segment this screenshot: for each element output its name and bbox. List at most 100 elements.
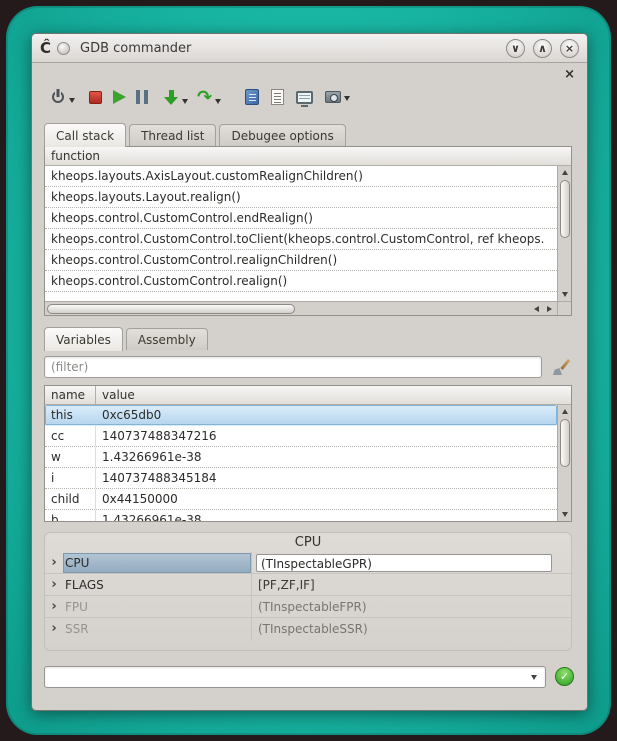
monitor-button[interactable] xyxy=(296,91,313,104)
register-group-name[interactable]: FPU xyxy=(63,597,251,617)
register-value: (TInspectableSSR) xyxy=(252,622,571,636)
snapshot-button[interactable] xyxy=(325,91,350,103)
call-stack-list: kheops.layouts.AxisLayout.customRealignC… xyxy=(45,166,557,301)
titlebar[interactable]: Ĉ GDB commander ∨ ∧ × xyxy=(32,34,587,63)
variable-name: this xyxy=(45,405,96,425)
tab-call-stack[interactable]: Call stack xyxy=(44,123,126,147)
scrollbar-thumb[interactable] xyxy=(47,304,295,314)
minimize-button[interactable]: ∨ xyxy=(506,39,525,58)
call-stack-row[interactable]: kheops.layouts.Layout.realign() xyxy=(45,187,557,208)
variable-row-w[interactable]: w 1.43266961e-38 xyxy=(45,447,557,468)
name-column-header[interactable]: name xyxy=(45,386,96,404)
chevron-down-icon[interactable] xyxy=(215,99,221,104)
run-button[interactable] xyxy=(113,90,126,104)
cpu-row-ssr[interactable]: › SSR (TInspectableSSR) xyxy=(45,618,571,640)
variable-row-b[interactable]: b 1.43266961e-38 xyxy=(45,510,557,521)
variable-value: 140737488347216 xyxy=(96,426,557,446)
clear-filter-broom-icon[interactable] xyxy=(550,357,570,377)
scroll-up-icon[interactable] xyxy=(558,166,571,179)
document-list-button[interactable] xyxy=(271,89,284,105)
cpu-row-fpu[interactable]: › FPU (TInspectableFPR) xyxy=(45,596,571,618)
call-stack-header[interactable]: function xyxy=(45,147,571,166)
variables-panel: name value this 0xc65db0 cc 140737488347… xyxy=(44,385,572,522)
window-title: GDB commander xyxy=(80,41,191,56)
gdb-command-combobox[interactable] xyxy=(44,666,546,688)
step-over-button[interactable]: ↷ xyxy=(197,89,221,106)
gdb-command-input[interactable] xyxy=(45,667,545,687)
monitor-icon xyxy=(296,91,313,104)
variable-row-cc[interactable]: cc 140737488347216 xyxy=(45,426,557,447)
stop-icon xyxy=(89,91,102,104)
variable-value: 1.43266961e-38 xyxy=(96,510,557,521)
register-value-field[interactable]: (TInspectableGPR) xyxy=(256,554,552,572)
variable-row-i[interactable]: i 140737488345184 xyxy=(45,468,557,489)
variable-name: w xyxy=(45,447,96,467)
variables-tabbar: Variables Assembly xyxy=(44,327,211,350)
pause-icon xyxy=(136,90,148,104)
chevron-down-icon[interactable] xyxy=(182,99,188,104)
variables-header: name value xyxy=(45,386,571,405)
variables-list: this 0xc65db0 cc 140737488347216 w 1.432… xyxy=(45,405,557,521)
variable-name: cc xyxy=(45,426,96,446)
horizontal-scrollbar[interactable] xyxy=(45,301,557,315)
dock-close-icon[interactable]: × xyxy=(564,68,575,81)
command-bar: ✓ xyxy=(44,665,574,688)
document-list-icon xyxy=(271,89,284,105)
call-stack-row[interactable]: kheops.control.CustomControl.endRealign(… xyxy=(45,208,557,229)
expander-icon[interactable]: › xyxy=(45,618,63,640)
notebook-icon xyxy=(245,89,259,105)
notebook-button[interactable] xyxy=(245,89,259,105)
tab-assembly[interactable]: Assembly xyxy=(126,328,208,350)
cpu-groupbox-title: CPU xyxy=(45,533,571,552)
call-stack-panel: function kheops.layouts.AxisLayout.custo… xyxy=(44,146,572,316)
variable-value: 1.43266961e-38 xyxy=(96,447,557,467)
chevron-down-icon[interactable] xyxy=(531,675,537,680)
stop-button[interactable] xyxy=(89,91,102,104)
call-stack-row[interactable]: kheops.layouts.AxisLayout.customRealignC… xyxy=(45,166,557,187)
variable-name: b xyxy=(45,510,96,521)
maximize-button[interactable]: ∧ xyxy=(533,39,552,58)
gdb-commander-window: Ĉ GDB commander ∨ ∧ × × xyxy=(31,33,588,711)
expander-icon[interactable]: › xyxy=(45,596,63,618)
chevron-down-icon[interactable] xyxy=(344,96,350,101)
vertical-scrollbar[interactable] xyxy=(557,405,571,521)
send-command-button[interactable]: ✓ xyxy=(555,667,574,686)
debug-toolbar: ↷ xyxy=(50,84,350,110)
scroll-up-icon[interactable] xyxy=(558,405,571,418)
scrollbar-thumb[interactable] xyxy=(560,180,570,238)
chevron-down-icon[interactable] xyxy=(69,98,75,103)
scroll-left-icon[interactable] xyxy=(530,302,543,315)
register-group-name[interactable]: FLAGS xyxy=(63,575,251,595)
cpu-row-flags[interactable]: › FLAGS [PF,ZF,IF] xyxy=(45,574,571,596)
call-stack-row[interactable]: kheops.control.CustomControl.realignChil… xyxy=(45,250,557,271)
value-column-header[interactable]: value xyxy=(96,388,571,402)
power-button[interactable] xyxy=(50,89,75,105)
call-stack-row[interactable]: kheops.control.CustomControl.toClient(kh… xyxy=(45,229,557,250)
variable-row-child[interactable]: child 0x44150000 xyxy=(45,489,557,510)
variable-row-this[interactable]: this 0xc65db0 xyxy=(45,405,557,426)
register-group-name[interactable]: CPU xyxy=(63,553,251,573)
call-stack-row[interactable]: kheops.control.CustomControl.realign() xyxy=(45,271,557,292)
scroll-down-icon[interactable] xyxy=(558,288,571,301)
tab-thread-list[interactable]: Thread list xyxy=(129,124,216,146)
power-icon xyxy=(50,89,66,105)
app-icon[interactable]: Ĉ xyxy=(40,41,51,56)
tab-debugee-options[interactable]: Debugee options xyxy=(219,124,345,146)
column-divider xyxy=(251,552,252,573)
variable-value: 0x44150000 xyxy=(96,489,557,509)
scroll-right-icon[interactable] xyxy=(543,302,556,315)
pause-button[interactable] xyxy=(136,90,148,104)
vertical-scrollbar[interactable] xyxy=(557,166,571,301)
scrollbar-thumb[interactable] xyxy=(560,419,570,467)
variable-value: 140737488345184 xyxy=(96,468,557,488)
step-into-button[interactable] xyxy=(163,89,188,106)
filter-input[interactable] xyxy=(44,356,542,378)
scroll-down-icon[interactable] xyxy=(558,508,571,521)
expander-icon[interactable]: › xyxy=(45,574,63,596)
tab-variables[interactable]: Variables xyxy=(44,327,123,351)
expander-icon[interactable]: › xyxy=(45,552,63,574)
cpu-row-cpu[interactable]: › CPU (TInspectableGPR) xyxy=(45,552,571,574)
register-group-name[interactable]: SSR xyxy=(63,619,251,639)
play-icon xyxy=(113,90,126,104)
close-button[interactable]: × xyxy=(560,39,579,58)
